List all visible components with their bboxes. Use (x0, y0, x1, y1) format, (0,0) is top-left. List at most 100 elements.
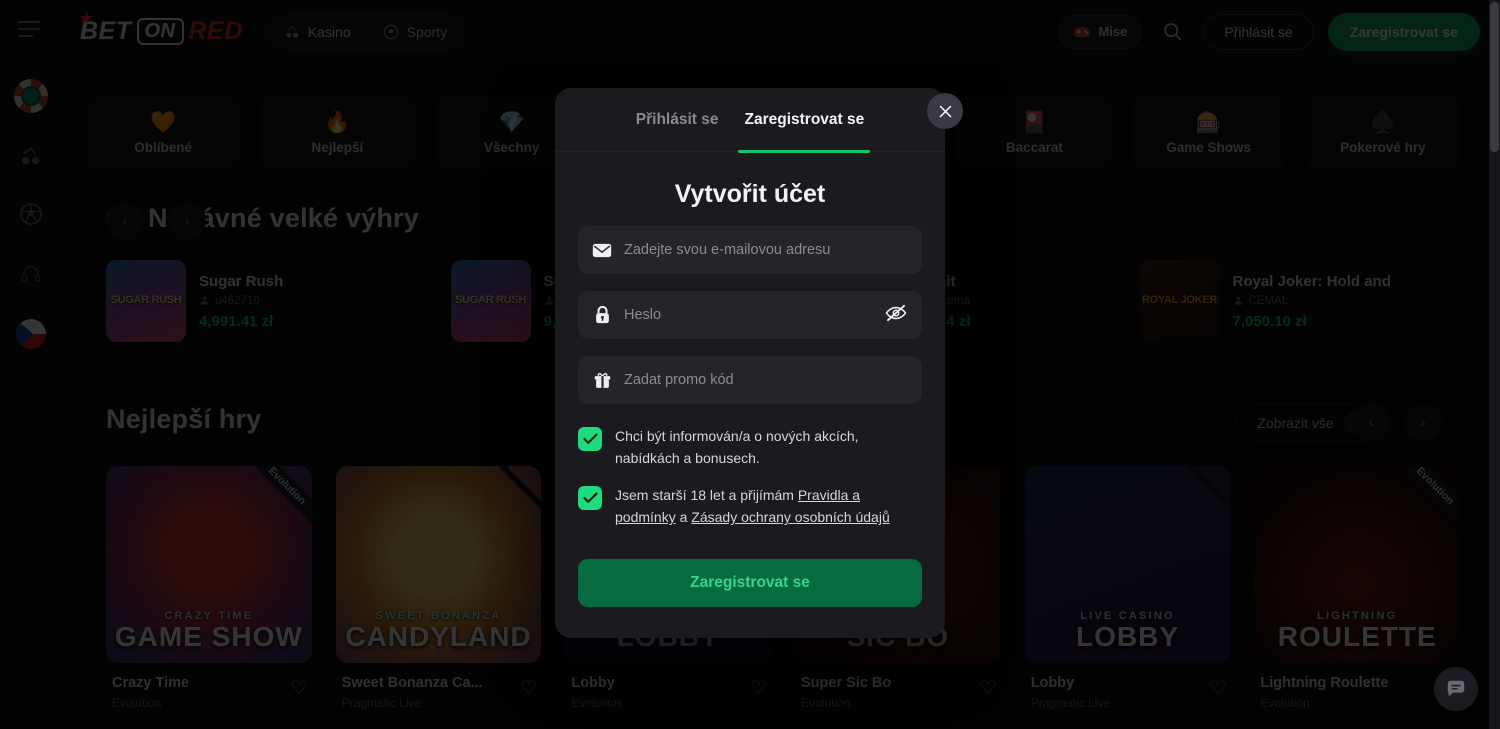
terms-consent-label: Jsem starší 18 let a přijímám Pravidla a… (615, 485, 922, 528)
sidebar-item-support[interactable] (11, 254, 51, 294)
marketing-consent-row[interactable]: Chci být informován/a o nových akcích, n… (578, 426, 922, 469)
mise-badge-button[interactable]: Mise (1059, 14, 1142, 49)
favorite-heart-icon[interactable]: ♡ (750, 677, 767, 700)
game-name: Super Sic Bo (801, 675, 892, 691)
provider-ribbon: Evolution (241, 466, 312, 532)
burger-line (18, 21, 40, 23)
game-thumbnail[interactable]: Evolution LIGHTNING ROULETTE (1254, 466, 1461, 663)
game-text: Super Sic Bo Evolution (801, 675, 974, 710)
scrollbar-thumb[interactable] (1490, 2, 1499, 152)
game-card[interactable]: Evolution LIGHTNING ROULETTE Lightning R… (1254, 466, 1461, 729)
game-thumbnail[interactable]: SWEET BONANZA CANDYLAND (335, 466, 542, 663)
page-root: ★ BET ON RED Kasino Sporty Mise Přihlási… (0, 0, 1500, 729)
favorite-heart-icon[interactable]: ♡ (520, 677, 537, 700)
poker-chip-icon (14, 79, 48, 113)
logo-star-icon: ★ (78, 10, 92, 27)
marketing-checkbox[interactable] (578, 427, 602, 451)
win-card[interactable]: ROYAL JOKER Royal Joker: Hold and CEMAL … (1139, 258, 1461, 344)
auth-modal-title: Vytvořit účet (674, 180, 826, 208)
thumb-subtitle: LIVE CASINO (1080, 609, 1175, 622)
chat-widget-button[interactable] (1434, 667, 1478, 711)
category-oblibene[interactable]: 🧡 Oblíbené (86, 96, 241, 170)
favorite-heart-icon[interactable]: ♡ (1209, 677, 1226, 700)
thumb-title: LOBBY (1076, 620, 1180, 652)
sidebar-item-sports[interactable] (11, 194, 51, 234)
category-game-shows[interactable]: 🎰 Game Shows (1131, 96, 1286, 170)
menu-toggle-button[interactable] (18, 18, 44, 40)
game-meta: Crazy Time Evolution ♡ (106, 663, 312, 710)
category-baccarat[interactable]: 🎴 Baccarat (957, 96, 1112, 170)
sidebar-item-casino[interactable] (11, 136, 51, 176)
password-field[interactable]: Heslo (578, 291, 922, 339)
game-meta: Super Sic Bo Evolution ♡ (795, 663, 1001, 710)
game-provider: Evolution (571, 696, 621, 710)
favorite-heart-icon[interactable]: ♡ (980, 677, 997, 700)
best-prev-button[interactable]: ‹ (1352, 403, 1390, 441)
spade-icon: ♠️ (1369, 110, 1396, 134)
sidebar-item-language[interactable] (11, 314, 51, 354)
header-login-button[interactable]: Přihlásit se (1203, 13, 1314, 50)
logo-on: ON (136, 18, 184, 45)
search-button[interactable] (1155, 15, 1189, 49)
game-card[interactable]: SWEET BONANZA CANDYLAND Sweet Bonanza Ca… (335, 466, 542, 729)
thumb-title: CANDYLAND (345, 620, 532, 652)
game-name: Sweet Bonanza Ca... (341, 675, 483, 691)
category-nejlepsi[interactable]: 🔥 Nejlepší (260, 96, 415, 170)
headset-icon (21, 265, 41, 282)
promo-code-field[interactable]: Zadat promo kód (578, 356, 922, 404)
win-user: u462710 (199, 295, 283, 307)
user-icon (545, 296, 553, 305)
favorite-heart-icon[interactable]: ♡ (291, 677, 308, 700)
burger-line (18, 28, 40, 30)
header-actions: Mise Přihlásit se Zaregistrovat se (1059, 12, 1500, 51)
close-x-icon (939, 105, 951, 117)
sidebar-item-promo[interactable] (11, 76, 51, 116)
cherries-icon (21, 147, 40, 165)
game-meta: Lightning Roulette Evolution ♡ (1254, 663, 1460, 710)
site-logo[interactable]: ★ BET ON RED (78, 10, 243, 46)
lock-glyph (595, 305, 609, 324)
win-card[interactable]: SUGAR RUSH Sugar Rush u462710 4,991.41 z… (106, 258, 427, 344)
register-submit-button[interactable]: Zaregistrovat se (578, 558, 922, 607)
category-pokerove-hry[interactable]: ♠️ Pokerové hry (1305, 96, 1460, 170)
terms-prefix: Jsem starší 18 let a přijímám (615, 487, 798, 504)
win-user: CEMAL (1233, 295, 1391, 307)
tab-login[interactable]: Přihlásit se (636, 88, 719, 152)
game-thumbnail[interactable]: Evolution CRAZY TIME GAME SHOW (106, 466, 312, 663)
game-thumbnail[interactable]: LIVE CASINO LOBBY (1024, 466, 1231, 663)
game-card[interactable]: LIVE CASINO LOBBY Lobby Pragmatic Live ♡ (1024, 466, 1231, 729)
win-username: CEMAL (1248, 294, 1289, 307)
email-placeholder: Zadejte svou e-mailovou adresu (624, 242, 831, 258)
game-card[interactable]: Evolution CRAZY TIME GAME SHOW Crazy Tim… (106, 466, 312, 729)
nav-item-casino[interactable]: Kasino (271, 17, 365, 47)
win-game-name: Royal Joker: Hold and (1232, 272, 1391, 290)
close-icon[interactable] (927, 93, 963, 129)
game-text: Lightning Roulette Evolution (1260, 675, 1433, 710)
win-amount: 7,050.10 zł (1232, 312, 1307, 330)
game-meta: Lobby Pragmatic Live ♡ (1025, 663, 1231, 710)
email-field[interactable]: Zadejte svou e-mailovou adresu (578, 226, 922, 274)
terms-checkbox[interactable] (578, 486, 602, 511)
win-thumbnail: SUGAR RUSH (106, 260, 186, 342)
terms-consent-row[interactable]: Jsem starší 18 let a přijímám Pravidla a… (578, 485, 922, 528)
burger-line (18, 35, 33, 37)
category-label: Pokerové hry (1340, 139, 1426, 155)
page-scrollbar[interactable] (1489, 0, 1500, 729)
wins-next-button[interactable]: › (168, 202, 206, 240)
category-label: Všechny (483, 139, 540, 155)
game-meta: Sweet Bonanza Ca... Pragmatic Live ♡ (336, 663, 542, 710)
gamepad-icon (1074, 27, 1091, 37)
envelope-glyph (592, 243, 612, 257)
privacy-policy-link[interactable]: Zásady ochrany osobních údajů (691, 509, 889, 525)
provider-ribbon (475, 466, 542, 522)
header-register-button[interactable]: Zaregistrovat se (1327, 12, 1480, 51)
nav-item-sports[interactable]: Sporty (369, 17, 461, 47)
left-sidebar (0, 0, 62, 729)
toggle-password-visibility-button[interactable] (884, 303, 908, 328)
best-next-button[interactable]: › (1404, 403, 1442, 441)
wins-prev-button[interactable]: ‹ (106, 202, 144, 240)
game-provider: Evolution (112, 696, 162, 710)
game-provider: Evolution (1260, 696, 1310, 710)
tab-register[interactable]: Zaregistrovat se (738, 88, 870, 153)
win-game-name: Sugar Rush (199, 272, 284, 290)
